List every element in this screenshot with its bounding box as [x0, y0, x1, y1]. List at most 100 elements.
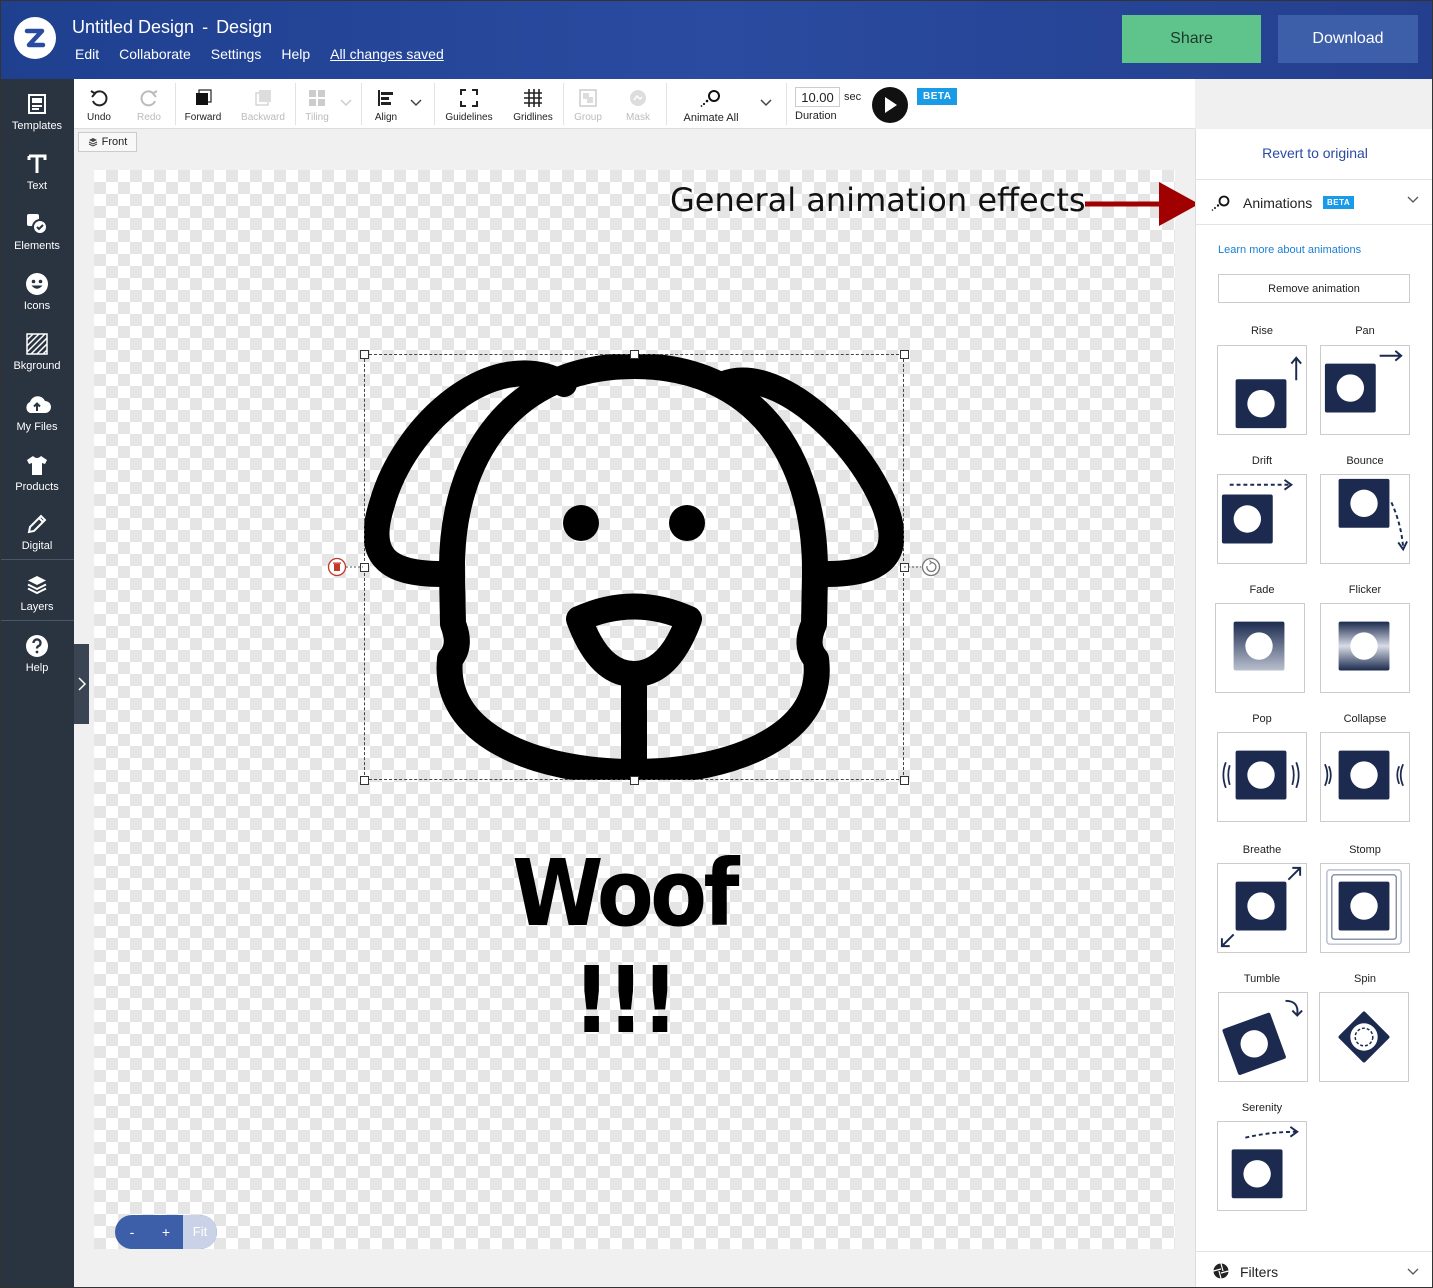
undo-label: Undo: [87, 112, 111, 123]
duration-unit: sec: [844, 91, 862, 103]
filters-title: Filters: [1240, 1264, 1279, 1280]
sidebar-item-templates[interactable]: Templates: [0, 91, 74, 151]
delete-handle[interactable]: [327, 557, 365, 577]
animate-all-label: Animate All: [683, 112, 739, 124]
group-button[interactable]: Group: [570, 79, 606, 129]
sidebar-item-label: Icons: [23, 300, 51, 312]
gridlines-button[interactable]: Gridlines: [508, 79, 558, 129]
header-bar: Untitled Design - Design Edit Collaborat…: [0, 0, 1433, 79]
sidebar-divider: [0, 559, 74, 560]
zazzle-logo-icon: [24, 28, 46, 48]
rotate-handle[interactable]: [904, 557, 942, 577]
effect-serenity[interactable]: [1217, 1121, 1307, 1211]
tiling-dropdown[interactable]: [338, 79, 354, 129]
guidelines-button[interactable]: Guidelines: [442, 79, 496, 129]
expand-panel-tab[interactable]: [74, 644, 89, 724]
menu-settings[interactable]: Settings: [211, 46, 262, 62]
sidebar-item-products[interactable]: Products: [0, 452, 74, 512]
animate-all-button[interactable]: Animate All: [676, 79, 746, 129]
effect-label: Pan: [1355, 325, 1375, 337]
zoom-fit-button[interactable]: Fit: [183, 1215, 217, 1249]
effect-rise[interactable]: [1217, 345, 1307, 435]
resize-handle[interactable]: [360, 350, 369, 359]
sidebar-item-background[interactable]: Bkground: [0, 331, 74, 391]
send-backward-button[interactable]: Backward: [237, 79, 289, 129]
app-logo[interactable]: [14, 17, 56, 59]
sidebar-item-my-files[interactable]: My Files: [0, 392, 74, 452]
revert-link[interactable]: Revert to original: [1196, 145, 1433, 161]
pop-effect-icon: [1222, 750, 1300, 800]
menu-help[interactable]: Help: [281, 46, 310, 62]
sidebar-item-layers[interactable]: Layers: [0, 572, 74, 632]
canvas-text-element[interactable]: Woof !!!: [480, 840, 768, 1054]
animations-title: Animations: [1243, 195, 1313, 211]
pan-effect-icon: [1324, 350, 1403, 413]
menu-edit[interactable]: Edit: [75, 46, 99, 62]
effect-bounce[interactable]: [1320, 474, 1410, 564]
serenity-effect-icon: [1231, 1126, 1299, 1199]
effect-flicker[interactable]: [1320, 603, 1410, 693]
duration-input[interactable]: 10.00: [795, 87, 840, 107]
guidelines-icon: [459, 84, 479, 112]
remove-animation-button[interactable]: Remove animation: [1218, 274, 1410, 303]
resize-handle[interactable]: [900, 350, 909, 359]
download-button[interactable]: Download: [1278, 15, 1418, 63]
undo-button[interactable]: Undo: [84, 79, 114, 129]
toolbar-separator: [786, 83, 787, 125]
menu-collaborate[interactable]: Collaborate: [119, 46, 191, 62]
sidebar-item-text[interactable]: Text: [0, 151, 74, 211]
effect-drift[interactable]: [1217, 474, 1307, 564]
zoom-in-button[interactable]: +: [149, 1224, 183, 1240]
resize-handle[interactable]: [360, 776, 369, 785]
sidebar-item-label: Text: [26, 180, 48, 192]
gridlines-icon: [523, 84, 543, 112]
title-separator: -: [202, 17, 209, 37]
toolbar-separator: [295, 83, 296, 125]
effect-breathe[interactable]: [1217, 863, 1307, 953]
side-selector[interactable]: Front: [78, 132, 137, 152]
effect-collapse[interactable]: [1320, 732, 1410, 822]
design-name[interactable]: Untitled Design: [72, 17, 194, 38]
sidebar-item-digital[interactable]: Digital: [0, 511, 74, 571]
effect-pan[interactable]: [1320, 345, 1410, 435]
tiling-button[interactable]: Tiling: [302, 79, 332, 129]
zoom-out-button[interactable]: -: [115, 1224, 149, 1240]
sidebar-item-label: Products: [15, 481, 59, 493]
animations-section-header[interactable]: Animations BETA: [1196, 179, 1433, 225]
effect-fade[interactable]: [1215, 603, 1305, 693]
gridlines-label: Gridlines: [513, 112, 553, 123]
resize-handle[interactable]: [630, 776, 639, 785]
group-icon: [578, 84, 598, 112]
redo-button[interactable]: Redo: [134, 79, 164, 129]
annotation-text: General animation effects: [670, 181, 1086, 219]
learn-more-link[interactable]: Learn more about animations: [1218, 244, 1361, 256]
beta-badge: BETA: [917, 88, 958, 105]
effect-label: Breathe: [1242, 844, 1282, 856]
resize-handle[interactable]: [630, 350, 639, 359]
save-status-link[interactable]: All changes saved: [330, 46, 444, 62]
play-button[interactable]: [872, 87, 908, 123]
design-title: Untitled Design - Design: [72, 17, 272, 38]
effect-stomp[interactable]: [1320, 863, 1410, 953]
align-button[interactable]: Align: [370, 79, 402, 129]
effect-pop[interactable]: [1217, 732, 1307, 822]
align-dropdown[interactable]: [408, 79, 424, 129]
bring-forward-button[interactable]: Forward: [180, 79, 226, 129]
effect-tumble[interactable]: [1218, 992, 1308, 1082]
effect-spin[interactable]: [1319, 992, 1409, 1082]
sidebar-item-label: My Files: [16, 421, 58, 433]
effect-label: Stomp: [1349, 844, 1381, 856]
resize-handle[interactable]: [900, 776, 909, 785]
mask-icon: [628, 84, 648, 112]
share-button[interactable]: Share: [1122, 15, 1261, 63]
pencil-icon: [26, 511, 48, 537]
sidebar-item-elements[interactable]: Elements: [0, 211, 74, 271]
zoom-controls: - + Fit: [115, 1215, 217, 1249]
stomp-effect-icon: [1326, 869, 1402, 945]
beta-badge: BETA: [1323, 196, 1355, 209]
mask-button[interactable]: Mask: [620, 79, 656, 129]
animate-all-dropdown[interactable]: [758, 79, 774, 129]
sidebar-item-help[interactable]: Help: [0, 633, 74, 693]
filters-section-header[interactable]: Filters: [1196, 1251, 1433, 1288]
sidebar-item-icons[interactable]: Icons: [0, 271, 74, 331]
